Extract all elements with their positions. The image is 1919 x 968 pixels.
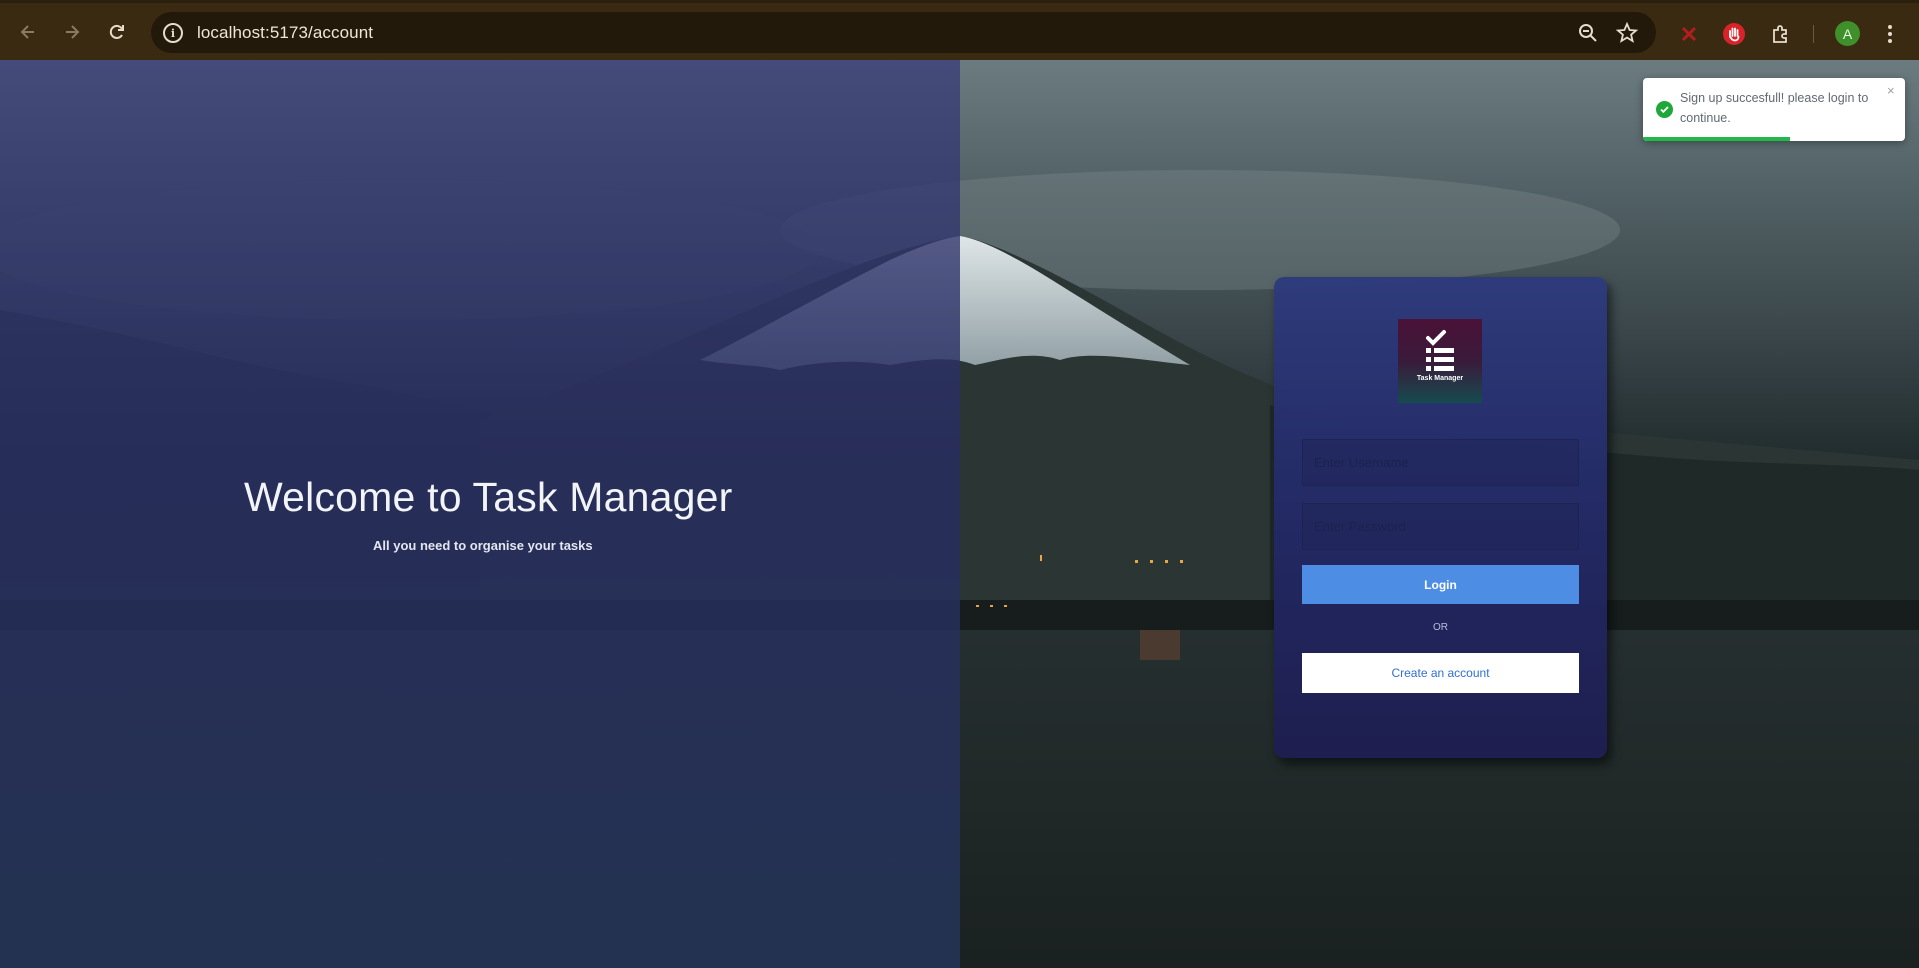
reload-button[interactable] <box>103 18 131 46</box>
toast-progress-bar <box>1643 137 1790 141</box>
or-divider: OR <box>1433 622 1448 633</box>
welcome-title: Welcome to Task Manager <box>244 474 733 520</box>
menu-icon[interactable] <box>1880 21 1900 47</box>
task-manager-logo: Task Manager <box>1398 319 1482 403</box>
check-circle-icon <box>1656 101 1673 118</box>
arrow-left-icon <box>20 25 34 39</box>
checklist-icon <box>1426 330 1454 371</box>
back-button[interactable] <box>14 18 42 46</box>
star-icon[interactable] <box>1614 20 1640 46</box>
extension-stop-hand-icon[interactable] <box>1721 21 1747 47</box>
browser-toolbar: i localhost:5173/account A <box>0 0 1919 60</box>
login-card: Task Manager Login OR Create an account <box>1274 277 1607 758</box>
close-icon[interactable]: × <box>1887 83 1895 98</box>
success-toast: Sign up succesfull! please login to cont… <box>1643 78 1905 141</box>
zoom-out-icon[interactable] <box>1575 20 1601 46</box>
info-icon[interactable]: i <box>163 23 183 43</box>
welcome-subtitle: All you need to organise your tasks <box>373 538 593 553</box>
username-input[interactable] <box>1302 439 1579 486</box>
toast-message: Sign up succesfull! please login to cont… <box>1680 91 1869 125</box>
reload-icon <box>109 24 124 39</box>
arrow-right-icon <box>66 25 80 39</box>
create-account-button[interactable]: Create an account <box>1302 653 1579 693</box>
url-text[interactable]: localhost:5173/account <box>197 23 373 43</box>
login-button[interactable]: Login <box>1302 565 1579 604</box>
password-input[interactable] <box>1302 503 1579 550</box>
forward-button[interactable] <box>58 18 86 46</box>
account-page: Welcome to Task Manager All you need to … <box>0 60 1919 968</box>
logo-text: Task Manager <box>1416 375 1464 382</box>
toolbar-divider <box>1813 25 1814 43</box>
profile-avatar[interactable]: A <box>1835 21 1860 46</box>
address-bar[interactable]: i localhost:5173/account <box>151 12 1656 53</box>
puzzle-icon[interactable] <box>1768 21 1794 47</box>
extension-red-x-icon[interactable] <box>1676 21 1702 47</box>
